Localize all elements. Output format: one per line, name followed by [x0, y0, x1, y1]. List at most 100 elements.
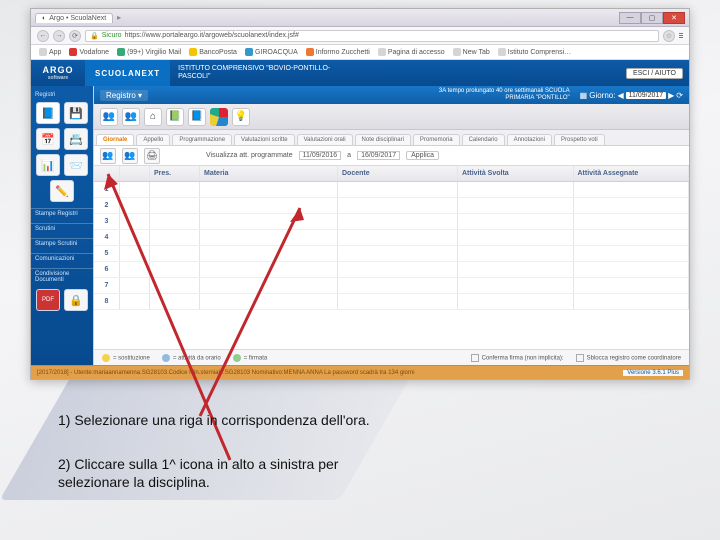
- app-name: SCUOLANEXT: [85, 60, 170, 86]
- sidebar-section-stampe[interactable]: Stampe Registri: [31, 208, 93, 219]
- register-tabs: Giornale Appello Programmazione Valutazi…: [94, 130, 689, 146]
- sidebar-pdf-icon[interactable]: PDF: [36, 289, 60, 311]
- tab-calendario[interactable]: Calendario: [462, 134, 505, 145]
- bookmark-item[interactable]: (99+) Virgilio Mail: [117, 48, 181, 56]
- table-row[interactable]: 5: [94, 246, 689, 262]
- table-row[interactable]: 7: [94, 278, 689, 294]
- sidebar-registro-icon[interactable]: 📘: [36, 102, 60, 124]
- nav-reload-icon[interactable]: ⟳: [69, 30, 81, 42]
- sidebar-section-condivisione[interactable]: Condivisione Documenti: [31, 268, 93, 285]
- table-row[interactable]: 6: [94, 262, 689, 278]
- window-close[interactable]: ✕: [663, 12, 685, 24]
- sidebar-chart-icon[interactable]: 📊: [36, 154, 60, 176]
- app-header: ARGOsoftware SCUOLANEXT ISTITUTO COMPREN…: [31, 60, 689, 86]
- tab-annotazioni[interactable]: Annotazioni: [507, 134, 552, 145]
- browser-menu-icon[interactable]: [679, 30, 683, 42]
- address-bar[interactable]: 🔒 Sicuro https://www.portaleargo.it/argo…: [85, 30, 659, 42]
- prev-day-icon[interactable]: ◀: [617, 91, 623, 100]
- col-svolta[interactable]: Attività Svolta: [458, 166, 574, 181]
- next-day-icon[interactable]: ▶: [668, 91, 674, 100]
- star-icon[interactable]: ☆: [663, 30, 675, 42]
- bookmarks-bar: App Vodafone (99+) Virgilio Mail BancoPo…: [31, 45, 689, 60]
- tab-note[interactable]: Note disciplinari: [355, 134, 411, 145]
- tab-appello[interactable]: Appello: [136, 134, 170, 145]
- table-legend: = sostituzione = attività da orario = fi…: [94, 349, 689, 365]
- screenshot-panel: ◐ Argo • ScuolaNext ▸ — ▢ ✕ ← → ⟳ 🔒 Sicu…: [30, 8, 690, 380]
- window-minimize[interactable]: —: [619, 12, 641, 24]
- bookmark-item[interactable]: GIROACQUA: [245, 48, 298, 56]
- print-icon[interactable]: 🖨: [144, 148, 160, 164]
- sidebar-section-comunicazioni[interactable]: Comunicazioni: [31, 253, 93, 264]
- filter-label: Visualizza att. programmate: [206, 152, 293, 159]
- window-maximize[interactable]: ▢: [641, 12, 663, 24]
- tab-prospetto[interactable]: Prospetto voti: [554, 134, 605, 145]
- tab-title: Argo • ScuolaNext: [49, 15, 106, 22]
- subject-select-icon[interactable]: 👥: [100, 148, 116, 164]
- bookmark-item[interactable]: BancoPosta: [189, 48, 237, 56]
- toolbar-home-icon[interactable]: ⌂: [144, 108, 162, 126]
- toolbar-people-icon[interactable]: 👥: [100, 108, 118, 126]
- date-from-input[interactable]: 11/09/2016: [299, 151, 342, 160]
- col-hour: [94, 166, 120, 181]
- instruction-step-2: 2) Cliccare sulla 1^ icona in alto a sin…: [58, 456, 338, 491]
- date-label: Giorno:: [589, 91, 615, 100]
- browser-tab[interactable]: ◐ Argo • ScuolaNext: [35, 13, 113, 23]
- bookmark-item[interactable]: Istituto Comprensi…: [498, 48, 571, 56]
- sign-icon[interactable]: 👥: [122, 148, 138, 164]
- new-tab-icon[interactable]: ▸: [117, 13, 121, 22]
- nav-forward-icon[interactable]: →: [53, 30, 65, 42]
- tab-val-orali[interactable]: Valutazioni orali: [297, 134, 353, 145]
- sidebar-lock-icon[interactable]: 🔒: [64, 289, 88, 311]
- toolbar-bulb-icon[interactable]: 💡: [232, 108, 250, 126]
- col-pres[interactable]: Pres.: [150, 166, 200, 181]
- toolbar-people2-icon[interactable]: 👥: [122, 108, 140, 126]
- sidebar-calendar-icon[interactable]: 📅: [36, 128, 60, 150]
- table-row[interactable]: 2: [94, 198, 689, 214]
- bookmark-item[interactable]: New Tab: [453, 48, 490, 56]
- col-docente[interactable]: Docente: [338, 166, 458, 181]
- toolbar-piechart-icon[interactable]: [210, 108, 228, 126]
- col-materia[interactable]: Materia: [200, 166, 338, 181]
- sidebar-pen-icon[interactable]: ✏️: [50, 180, 74, 202]
- register-dropdown[interactable]: Registro ▾: [100, 90, 148, 101]
- sidebar: Registri 📘 💾 📅 📇 📊 📨 ✏️ Stampe Registri …: [31, 86, 93, 365]
- sidebar-software-icon[interactable]: 💾: [64, 102, 88, 124]
- instruction-step-1: 1) Selezionare una riga in corrispondenz…: [58, 412, 370, 430]
- sidebar-section-scrutini[interactable]: Scrutini: [31, 223, 93, 234]
- sidebar-section-registri[interactable]: Registri: [31, 90, 59, 100]
- apply-button[interactable]: Applica: [406, 151, 439, 160]
- logout-button[interactable]: ESCI / AIUTO: [626, 68, 683, 79]
- grid-icon[interactable]: ▦: [580, 91, 588, 100]
- tab-promemoria[interactable]: Promemoria: [413, 134, 460, 145]
- tab-favicon: ◐: [42, 15, 46, 22]
- nav-back-icon[interactable]: ←: [37, 30, 49, 42]
- table-row[interactable]: 8: [94, 294, 689, 310]
- sidebar-section-stampe-scr[interactable]: Stampe Scrutini: [31, 238, 93, 249]
- toolbar-stamp-icon[interactable]: 📘: [188, 108, 206, 126]
- date-input[interactable]: 11/09/2017: [626, 92, 667, 99]
- sidebar-card-icon[interactable]: 📇: [64, 128, 88, 150]
- table-row[interactable]: 1: [94, 182, 689, 198]
- date-to-input[interactable]: 16/09/2017: [357, 151, 400, 160]
- table-row[interactable]: 3: [94, 214, 689, 230]
- bookmark-item[interactable]: Informo Zucchetti: [306, 48, 370, 56]
- toolbar-book-icon[interactable]: 📗: [166, 108, 184, 126]
- legend-orario: = attività da orario: [162, 354, 221, 362]
- bookmark-item[interactable]: Vodafone: [69, 48, 109, 56]
- hours-table: Pres. Materia Docente Attività Svolta At…: [94, 166, 689, 349]
- tab-giornale[interactable]: Giornale: [96, 134, 134, 145]
- tab-programmazione[interactable]: Programmazione: [172, 134, 232, 145]
- sidebar-send-icon[interactable]: 📨: [64, 154, 88, 176]
- sub-toolbar: 👥 👥 🖨 Visualizza att. programmate 11/09/…: [94, 146, 689, 166]
- col-empty: [120, 166, 150, 181]
- secure-label: Sicuro: [102, 32, 122, 39]
- tab-val-scritte[interactable]: Valutazioni scritte: [234, 134, 295, 145]
- unlock-coord-checkbox[interactable]: Sblocca registro come coordinatore: [576, 354, 681, 362]
- col-assegnate[interactable]: Attività Assegnate: [574, 166, 690, 181]
- refresh-icon[interactable]: ⟳: [676, 91, 683, 100]
- confirm-sign-checkbox[interactable]: Conferma firma (non implicita):: [471, 354, 564, 362]
- bookmark-item[interactable]: Pagina di accesso: [378, 48, 445, 56]
- version-label: Versione 3.6.1 Plus: [623, 370, 683, 376]
- apps-icon[interactable]: App: [39, 48, 61, 56]
- table-row[interactable]: 4: [94, 230, 689, 246]
